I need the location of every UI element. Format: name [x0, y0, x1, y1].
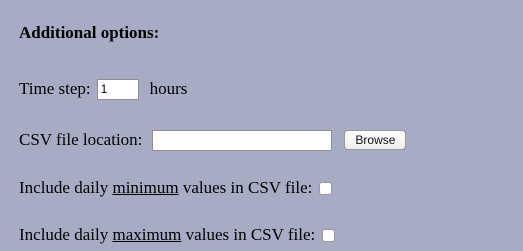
include-max-checkbox[interactable] [322, 228, 336, 242]
include-max-prefix: Include daily [19, 225, 113, 244]
time-step-unit: hours [149, 79, 188, 98]
section-title: Additional options: [19, 23, 160, 42]
include-min-checkbox[interactable] [319, 181, 333, 195]
include-max-label: Include daily maximum values in CSV file… [19, 225, 315, 245]
include-min-row: Include daily minimum values in CSV file… [19, 176, 333, 200]
include-max-row: Include daily maximum values in CSV file… [19, 223, 336, 247]
include-min-label: Include daily minimum values in CSV file… [19, 178, 312, 198]
include-min-prefix: Include daily [19, 178, 113, 197]
csv-location-row: CSV file location: Browse [19, 128, 407, 152]
csv-location-input[interactable] [152, 129, 333, 151]
csv-location-label: CSV file location: [19, 130, 143, 149]
browse-button[interactable]: Browse [344, 130, 407, 150]
include-min-emphasis: minimum [112, 178, 179, 197]
additional-options-panel: Additional options: Time step: hours CSV… [0, 0, 523, 251]
include-min-suffix: values in CSV file: [178, 178, 313, 197]
time-step-label: Time step: [19, 79, 91, 98]
include-max-suffix: values in CSV file: [181, 225, 316, 244]
time-step-input[interactable] [96, 78, 139, 100]
time-step-row: Time step: hours [19, 77, 187, 101]
include-max-emphasis: maximum [112, 225, 182, 244]
